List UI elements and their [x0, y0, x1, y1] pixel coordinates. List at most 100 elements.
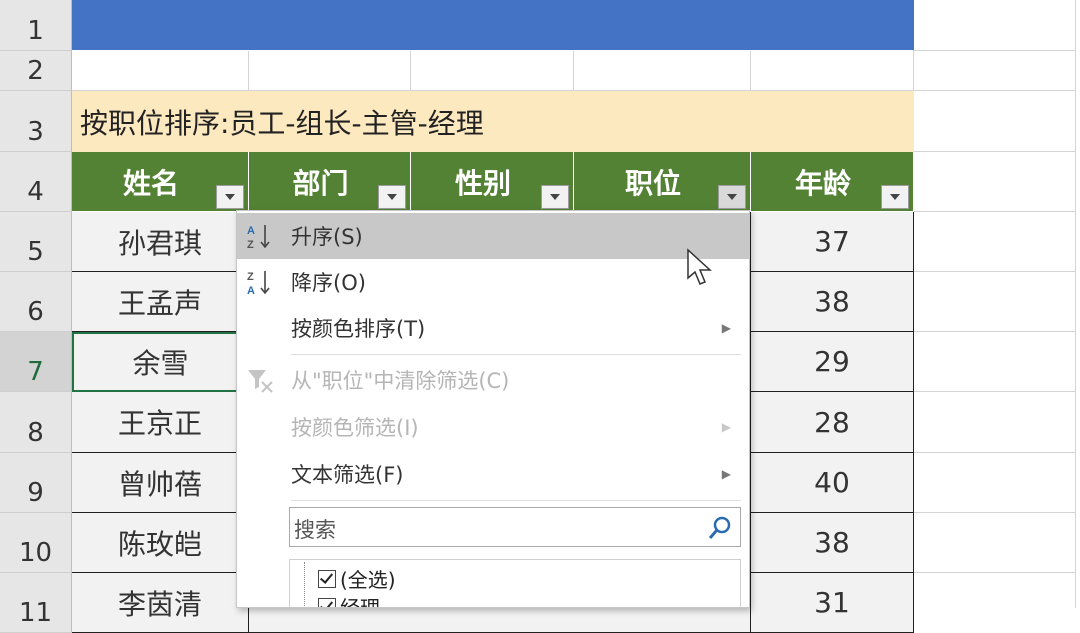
- empty-cell[interactable]: [914, 51, 1076, 91]
- dropdown-arrow-icon: [387, 194, 397, 200]
- empty-cell[interactable]: [411, 51, 574, 91]
- name-cell[interactable]: 王孟声: [72, 272, 249, 332]
- header-name[interactable]: 姓名: [72, 152, 249, 212]
- menu-clear-filter[interactable]: 从"职位"中清除筛选(C): [237, 357, 749, 403]
- empty-cell[interactable]: [914, 212, 1076, 272]
- menu-separator: [291, 500, 741, 501]
- menu-label: 升序(S): [291, 225, 363, 249]
- menu-label: 降序(O): [291, 271, 366, 295]
- spreadsheet: 1 2 3 4 5 6 7 8 9 10 11 按职位排序:员工-组长-主管-经…: [0, 0, 1080, 633]
- age-cell[interactable]: 28: [751, 392, 914, 453]
- age-cell[interactable]: 38: [751, 513, 914, 573]
- title-band[interactable]: [72, 0, 914, 50]
- row-header[interactable]: 8: [0, 392, 72, 453]
- age-cell[interactable]: 31: [751, 573, 914, 633]
- empty-cell[interactable]: [249, 51, 411, 91]
- name-cell[interactable]: 王京正: [72, 392, 249, 453]
- row-header[interactable]: 9: [0, 453, 72, 513]
- row-header[interactable]: 6: [0, 272, 72, 332]
- header-label: 姓名: [122, 166, 179, 200]
- menu-sort-descending[interactable]: Z A 降序(O): [237, 259, 749, 305]
- header-label: 年龄: [794, 166, 851, 200]
- submenu-arrow-icon: ▶: [721, 420, 731, 434]
- age-cell[interactable]: 38: [751, 272, 914, 332]
- menu-label: 文本筛选(F): [291, 463, 404, 487]
- sort-za-icon: Z A: [247, 271, 270, 297]
- age-cell[interactable]: 29: [751, 332, 914, 392]
- sort-note-text: 按职位排序:员工-组长-主管-经理: [80, 106, 484, 140]
- filter-dropdown-button[interactable]: [541, 185, 569, 209]
- empty-cell[interactable]: [72, 51, 249, 91]
- row-header[interactable]: 1: [0, 0, 72, 51]
- empty-cell[interactable]: [914, 152, 1076, 212]
- empty-cell[interactable]: [914, 392, 1076, 453]
- svg-text:Z: Z: [247, 271, 254, 283]
- empty-cell[interactable]: [751, 51, 914, 91]
- manager-checkbox[interactable]: 经理: [318, 592, 380, 608]
- menu-label: 从"职位"中清除筛选(C): [291, 369, 510, 393]
- filter-value-list: (全选) 经理: [289, 559, 741, 608]
- empty-cell[interactable]: [914, 91, 1076, 152]
- row-header[interactable]: 5: [0, 212, 72, 272]
- name-cell[interactable]: 孙君琪: [72, 212, 249, 272]
- header-gender[interactable]: 性别: [411, 152, 574, 212]
- checkbox-label: 经理: [340, 596, 380, 608]
- header-label: 职位: [624, 166, 681, 200]
- name-cell[interactable]: 陈玫皑: [72, 513, 249, 573]
- sort-note-cell[interactable]: 按职位排序:员工-组长-主管-经理: [72, 91, 914, 152]
- header-position[interactable]: 职位: [574, 152, 751, 212]
- age-cell[interactable]: 37: [751, 212, 914, 272]
- dropdown-arrow-icon: [225, 194, 235, 200]
- row-header[interactable]: 10: [0, 513, 72, 573]
- svg-text:A: A: [247, 285, 255, 297]
- name-cell[interactable]: 李茵清: [72, 573, 249, 633]
- row-header[interactable]: 7: [0, 332, 72, 392]
- header-label: 性别: [454, 166, 511, 200]
- sort-az-icon: A Z: [247, 225, 270, 251]
- menu-separator: [291, 354, 741, 355]
- name-cell-selected[interactable]: 余雪: [72, 332, 249, 392]
- dropdown-arrow-icon: [727, 194, 737, 200]
- empty-cell[interactable]: [914, 332, 1076, 392]
- search-placeholder: 搜索: [294, 518, 336, 542]
- clear-filter-icon: [248, 370, 273, 393]
- checkbox-checked-icon: [318, 597, 336, 607]
- submenu-arrow-icon: ▶: [721, 321, 731, 335]
- mouse-cursor-icon: [687, 248, 712, 285]
- svg-text:Z: Z: [247, 239, 254, 251]
- row-header[interactable]: 3: [0, 91, 72, 152]
- header-department[interactable]: 部门: [249, 152, 411, 212]
- select-all-checkbox[interactable]: (全选): [318, 564, 396, 593]
- empty-cell[interactable]: [914, 513, 1076, 573]
- row-header[interactable]: 2: [0, 51, 72, 91]
- svg-text:A: A: [247, 225, 255, 237]
- menu-text-filter[interactable]: 文本筛选(F) ▶: [237, 451, 749, 497]
- filter-dropdown-button[interactable]: [881, 185, 909, 209]
- dropdown-arrow-icon: [890, 194, 900, 200]
- filter-dropdown-button[interactable]: [378, 185, 406, 209]
- dropdown-arrow-icon: [550, 194, 560, 200]
- menu-sort-ascending[interactable]: A Z 升序(S): [237, 213, 749, 259]
- age-cell[interactable]: 40: [751, 453, 914, 513]
- search-icon[interactable]: [706, 514, 734, 542]
- menu-filter-by-color[interactable]: 按颜色筛选(I) ▶: [237, 404, 749, 450]
- empty-cell[interactable]: [914, 453, 1076, 513]
- submenu-arrow-icon: ▶: [721, 467, 731, 481]
- filter-dropdown-button-active[interactable]: [718, 185, 746, 209]
- empty-cell[interactable]: [914, 272, 1076, 332]
- menu-label: 按颜色筛选(I): [291, 416, 419, 440]
- menu-sort-by-color[interactable]: 按颜色排序(T) ▶: [237, 305, 749, 351]
- name-cell[interactable]: 曾帅蓓: [72, 453, 249, 513]
- tree-line: [304, 562, 305, 607]
- filter-search-input[interactable]: 搜索: [289, 507, 741, 547]
- header-age[interactable]: 年龄: [751, 152, 914, 212]
- row-header[interactable]: 4: [0, 152, 72, 212]
- checkbox-label: (全选): [340, 568, 396, 592]
- filter-dropdown-button[interactable]: [216, 185, 244, 209]
- menu-label: 按颜色排序(T): [291, 317, 426, 341]
- row-header[interactable]: 11: [0, 573, 72, 633]
- empty-cell[interactable]: [914, 0, 1076, 51]
- empty-cell[interactable]: [574, 51, 751, 91]
- checkbox-checked-icon: [318, 569, 336, 588]
- header-label: 部门: [292, 166, 349, 200]
